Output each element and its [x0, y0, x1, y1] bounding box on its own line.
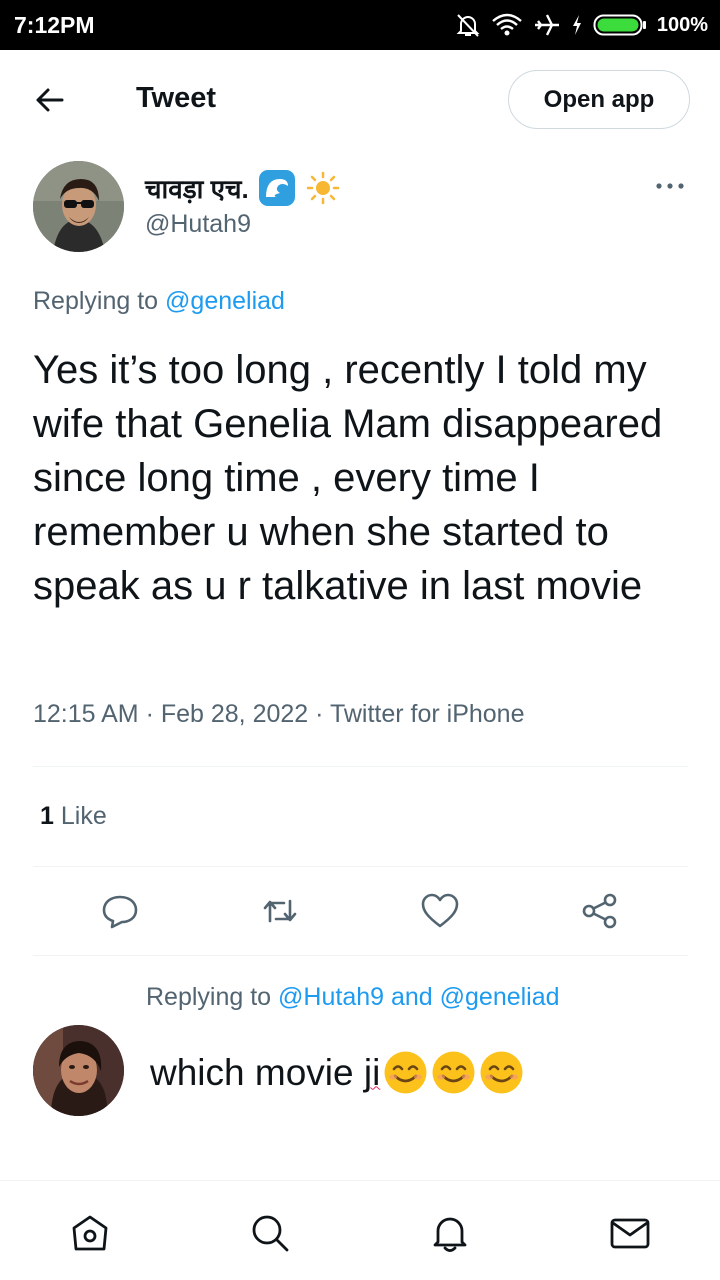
like-icon [421, 893, 459, 928]
status-icons: 100% [455, 10, 708, 40]
open-app-button[interactable]: Open app [508, 70, 690, 129]
reply-icon [102, 895, 138, 929]
nav-home[interactable] [69, 1212, 111, 1254]
share-button[interactable] [580, 891, 620, 931]
tweet-text: Yes it’s too long , recently I told my w… [33, 348, 663, 608]
replying-handle-link[interactable]: @geneliad [165, 287, 285, 315]
battery-icon [593, 14, 646, 36]
author-name-text: चावड़ा एच. [145, 174, 249, 204]
more-options-button[interactable] [650, 174, 690, 198]
divider [33, 866, 688, 867]
reply-button[interactable] [100, 891, 140, 931]
arrow-left-icon [36, 88, 64, 112]
retweet-button[interactable] [260, 891, 300, 931]
status-bar: 7:12PM 100% [0, 0, 720, 50]
likes-number: 1 [40, 802, 54, 830]
airplane-icon [534, 14, 559, 36]
search-icon [252, 1215, 289, 1252]
retweet-icon [263, 899, 297, 923]
battery-percentage: 100% [656, 13, 708, 36]
nav-messages[interactable] [609, 1212, 651, 1254]
header: Tweet Open app [0, 50, 720, 148]
author-handle[interactable]: @Hutah9 [145, 210, 251, 239]
page-title: Tweet [136, 82, 217, 114]
replying-prefix: Replying to [33, 287, 159, 315]
home-icon [72, 1215, 108, 1251]
replying-to: Replying to @geneliad [33, 287, 285, 316]
reply-text-misspelled: ji [363, 1051, 381, 1093]
smiling-face-icon [384, 1051, 427, 1094]
divider [33, 955, 688, 956]
notifications-icon [433, 1217, 467, 1252]
reply-replying-prefix: Replying to [146, 983, 272, 1011]
tweet-timestamp[interactable]: 12:15 AM · Feb 28, 2022 · Twitter for iP… [33, 700, 524, 729]
smiling-face-icon [480, 1051, 523, 1094]
status-time: 7:12PM [14, 12, 95, 38]
charging-bolt-icon [572, 15, 581, 35]
like-button[interactable] [420, 891, 460, 931]
divider [33, 766, 688, 767]
smiling-face-icon [432, 1051, 475, 1094]
author-avatar[interactable] [33, 161, 124, 252]
mute-bell-icon [456, 14, 480, 37]
reply-replying-handles-link[interactable]: @Hutah9 and @geneliad [278, 983, 560, 1011]
likes-label: Like [60, 802, 107, 830]
reply-text-main: which movie [150, 1051, 364, 1093]
back-button[interactable] [30, 80, 70, 120]
likes-count[interactable]: 1 Like [40, 802, 107, 831]
share-icon [582, 893, 617, 929]
author-name[interactable]: चावड़ा एच. [145, 170, 341, 206]
reply-text: which movie ji [150, 1050, 524, 1095]
nav-search[interactable] [249, 1212, 291, 1254]
wifi-icon [492, 13, 522, 36]
more-icon [656, 183, 684, 189]
reply-replying-to: Replying to @Hutah9 and @geneliad [146, 983, 560, 1012]
bottom-navigation [0, 1180, 720, 1280]
nav-notifications[interactable] [429, 1212, 471, 1254]
sun-icon [305, 170, 341, 206]
water-wave-icon [258, 170, 295, 206]
reply-author-avatar[interactable] [33, 1025, 124, 1116]
messages-icon [610, 1218, 650, 1249]
